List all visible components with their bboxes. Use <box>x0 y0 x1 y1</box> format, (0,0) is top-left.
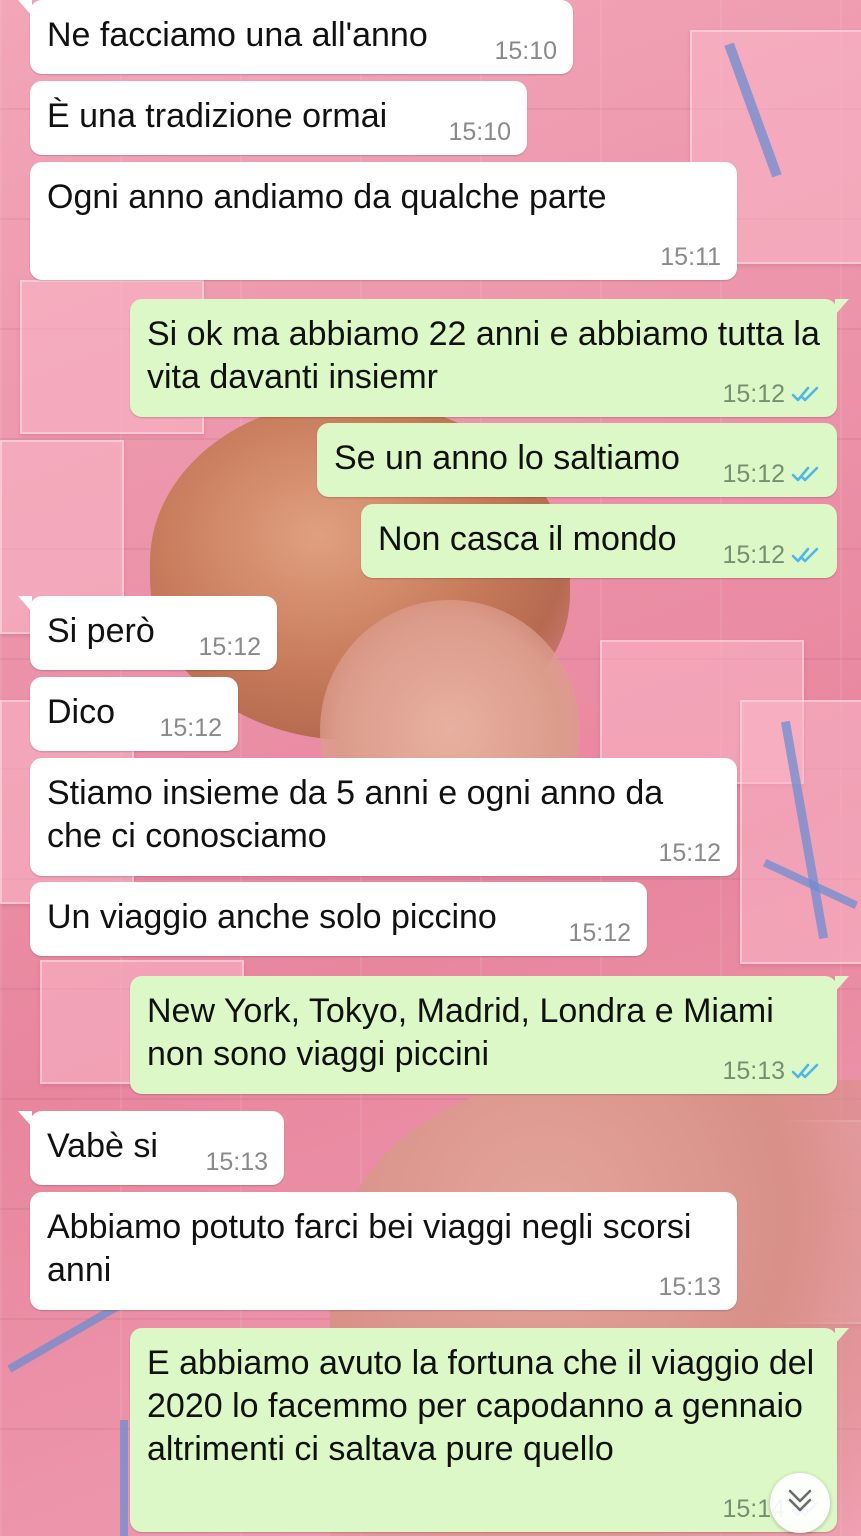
message-meta: 15:10 <box>494 36 557 66</box>
double-check-icon <box>791 545 821 565</box>
message-time: 15:12 <box>159 714 222 742</box>
message-text: New York, Tokyo, Madrid, Londra e Miami … <box>147 992 784 1073</box>
message-time: 15:12 <box>198 633 261 661</box>
outgoing-message[interactable]: Se un anno lo saltiamo 15:12 <box>317 423 837 497</box>
message-time: 15:12 <box>568 919 631 947</box>
message-meta: 15:13 <box>205 1147 268 1177</box>
incoming-message[interactable]: È una tradizione ormai 15:10 <box>30 81 527 155</box>
message-text: Vabè si <box>47 1127 158 1165</box>
double-check-icon <box>791 464 821 484</box>
incoming-message[interactable]: Abbiamo potuto farci bei viaggi negli sc… <box>30 1192 737 1310</box>
message-text: Se un anno lo saltiamo <box>334 439 680 477</box>
message-text: Dico <box>47 693 116 731</box>
double-check-icon <box>791 384 821 404</box>
message-meta: 15:12 <box>198 632 261 662</box>
message-meta: 15:12 <box>722 459 821 489</box>
message-text: Si però <box>47 612 155 650</box>
message-meta: 15:13 <box>658 1272 721 1302</box>
incoming-message[interactable]: Si però 15:12 <box>18 596 277 670</box>
double-chevron-down-icon <box>785 1488 815 1519</box>
message-time: 15:12 <box>722 460 785 488</box>
message-text: Non casca il mondo <box>378 520 677 558</box>
message-meta: 15:10 <box>448 117 511 147</box>
scroll-to-bottom-button[interactable] <box>770 1473 830 1533</box>
message-time: 15:12 <box>722 541 785 569</box>
incoming-message[interactable]: Dico 15:12 <box>30 677 238 751</box>
incoming-message[interactable]: Ogni anno andiamo da qualche parte 15:11 <box>30 162 737 280</box>
incoming-message[interactable]: Un viaggio anche solo piccino 15:12 <box>30 882 647 956</box>
wallpaper-ribbon <box>120 1420 128 1536</box>
message-text: Stiamo insieme da 5 anni e ogni anno da … <box>47 774 673 855</box>
message-text: Un viaggio anche solo piccino <box>47 898 497 936</box>
message-time: 15:13 <box>205 1148 268 1176</box>
message-text: Ne facciamo una all'anno <box>47 16 428 54</box>
message-text: E abbiamo avuto la fortuna che il viaggi… <box>147 1344 824 1468</box>
message-text: Abbiamo potuto farci bei viaggi negli sc… <box>47 1208 701 1289</box>
outgoing-message[interactable]: New York, Tokyo, Madrid, Londra e Miami … <box>130 976 849 1094</box>
message-time: 15:10 <box>494 37 557 65</box>
message-meta: 15:12 <box>722 379 821 409</box>
message-meta: 15:12 <box>159 713 222 743</box>
incoming-message[interactable]: Ne facciamo una all'anno 15:10 <box>18 0 573 74</box>
message-time: 15:13 <box>658 1273 721 1301</box>
outgoing-message[interactable]: Si ok ma abbiamo 22 anni e abbiamo tutta… <box>130 299 849 417</box>
incoming-message[interactable]: Stiamo insieme da 5 anni e ogni anno da … <box>30 758 737 876</box>
message-meta: 15:12 <box>658 838 721 868</box>
message-text: Ogni anno andiamo da qualche parte <box>47 178 607 216</box>
message-text: È una tradizione ormai <box>47 97 388 135</box>
outgoing-message[interactable]: E abbiamo avuto la fortuna che il viaggi… <box>130 1328 849 1532</box>
message-time: 15:12 <box>722 380 785 408</box>
message-meta: 15:12 <box>722 540 821 570</box>
message-time: 15:12 <box>658 839 721 867</box>
incoming-message[interactable]: Vabè si 15:13 <box>18 1111 284 1185</box>
outgoing-message[interactable]: Non casca il mondo 15:12 <box>361 504 837 578</box>
message-time: 15:11 <box>660 243 721 271</box>
double-check-icon <box>791 1061 821 1081</box>
message-time: 15:10 <box>448 118 511 146</box>
message-meta: 15:13 <box>722 1056 821 1086</box>
message-time: 15:13 <box>722 1057 785 1085</box>
message-meta: 15:12 <box>568 918 631 948</box>
message-meta: 15:11 <box>660 242 721 272</box>
